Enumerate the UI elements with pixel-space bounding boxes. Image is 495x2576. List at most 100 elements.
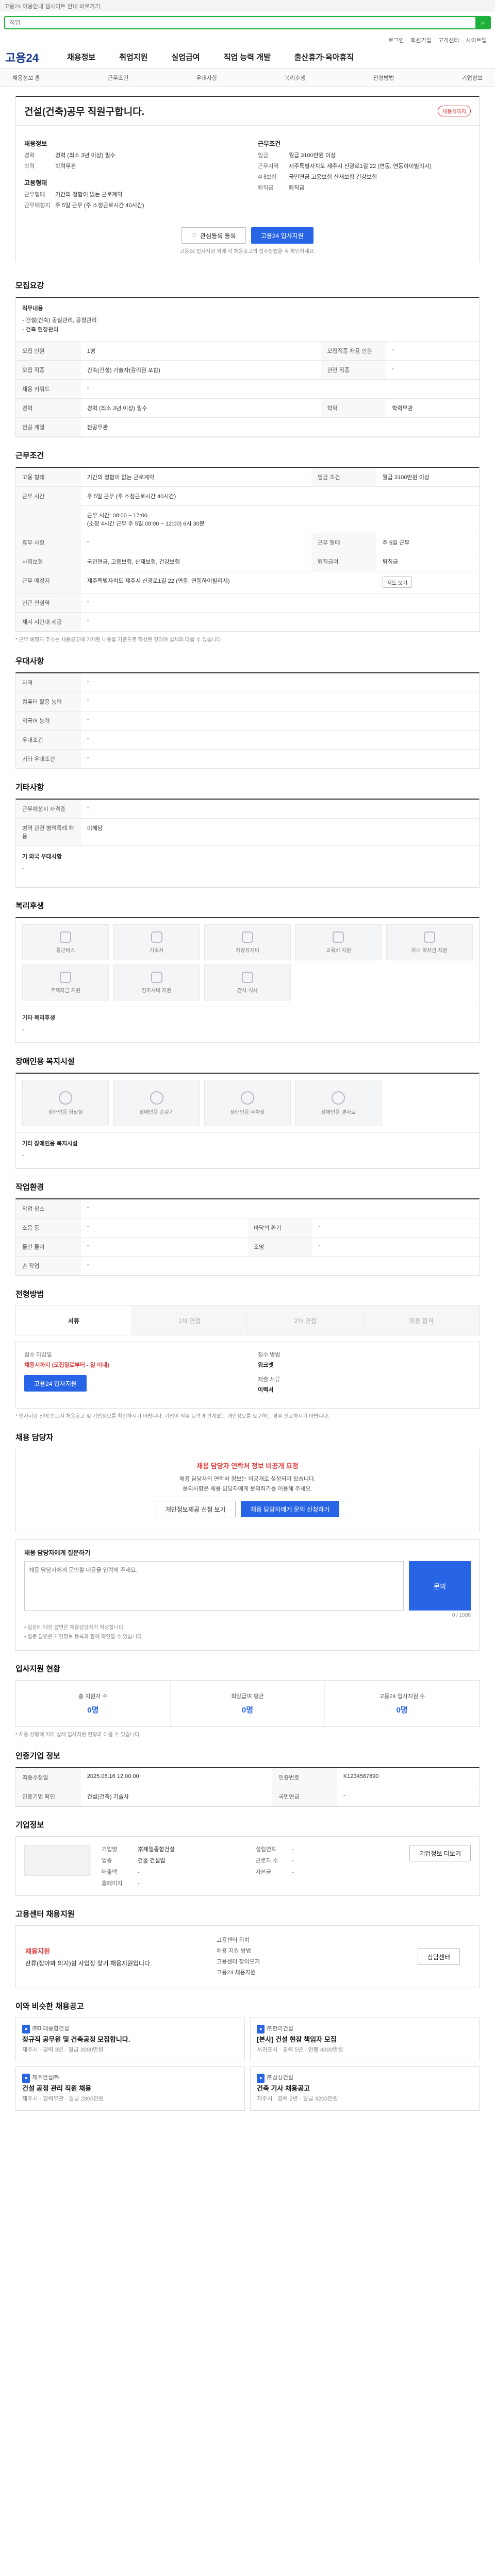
rec-tag: ● <box>257 2025 265 2034</box>
cell-key: 손 작업 <box>16 1256 81 1276</box>
share-info-button[interactable]: 개인정보제공 신청 보기 <box>155 1501 236 1518</box>
ask-request-button[interactable]: 채용 담당자에게 문의 신청하기 <box>240 1501 340 1518</box>
contact-alert: 채용 담당자 연락처 정보 비공개 요청 채용 담당자의 연락처 정보는 비공개… <box>15 1449 480 1533</box>
cell-value: - <box>80 1218 248 1238</box>
table-row: 병역 관련 병역특례 채용 미해당 <box>16 818 479 846</box>
sitemap-link[interactable]: 사이트맵 <box>466 38 487 44</box>
company-more-button[interactable]: 기업정보 더보기 <box>409 1845 471 1862</box>
login-link[interactable]: 로그인 <box>388 38 404 44</box>
welfare-item: 차량유지비 <box>204 924 291 961</box>
table-row: 모집 직종 건축(건설) 기술자(감리원 포함) 관련 직종 - <box>16 360 479 380</box>
kv-value: 기간의 정함이 없는 근로계약 <box>55 192 123 198</box>
consult-item[interactable]: 고용24 채용지원 <box>217 1968 398 1978</box>
cell-value: 건축(건설) 기술자(감리원 포함) <box>80 360 321 380</box>
duty-label: 직무내용 <box>22 306 43 312</box>
company-box: 기업명 ㈜제일종합건설 설립연도 - 업종 건물 건설업 근로자 수 - 매출액 - 자본… <box>15 1836 480 1896</box>
nav-employment-support[interactable]: 취업지원 <box>119 52 147 62</box>
cell-key: 채시 시간대 제공 <box>16 612 81 632</box>
stats-note: * 채용 상황에 따라 실제 입사지원 현황과 다를 수 있습니다. <box>15 1732 141 1738</box>
cell-value: - <box>80 533 311 553</box>
company-field: 설립연도 - <box>256 1845 400 1853</box>
table-row: 채용 키워드 - <box>16 379 479 399</box>
apply-button-2[interactable]: 고용24 입사지원 <box>24 1375 87 1392</box>
nav-unemployment-benefit[interactable]: 실업급여 <box>171 52 200 62</box>
company-key: 설립연도 <box>255 1846 277 1853</box>
rec-card[interactable]: ● 제주건설㈜ 건설 공정 관리 직원 채용 제주시 · 경력무관 · 월급 28… <box>15 2066 245 2111</box>
table-row: 근무예정지 자격증 - <box>16 800 479 819</box>
duty-text: - 건설(건축) 공실관리, 공정관리 - 건축 현장관리 <box>22 317 97 333</box>
rec-card[interactable]: ● ㈜한라건설 [본사] 건설 현장 책임자 모집 서귀포시 · 경력 5년 · … <box>250 2018 480 2062</box>
consult-item[interactable]: 채용 지원 방법 <box>217 1946 398 1957</box>
recommendations: ● ㈜미래종합건설 정규직 공무원 및 건축공정 모집합니다. 제주시 · 경력 … <box>15 2018 480 2111</box>
rec-meta: 제주시 · 경력 2년 · 월급 3200만원 <box>257 2096 338 2103</box>
global-nav: 고용24 채용정보 취업지원 실업급여 직업 능력 개발 출산휴가·육아휴직 <box>0 45 495 69</box>
cell-key: 국민연금 <box>272 1787 337 1807</box>
rec-title: 정규직 공무원 및 건축공정 모집합니다. <box>22 2035 130 2043</box>
tab-conditions[interactable]: 근무조건 <box>108 74 128 82</box>
cell-value: 1명 <box>80 342 321 361</box>
table-row: 외국어 능력 - <box>16 711 479 731</box>
cell-value: - <box>80 379 479 399</box>
ask-note: • 질문 답변은 개인정보 등록과 함께 확인할 수 있습니다. <box>24 1634 143 1640</box>
nav-leave[interactable]: 출산휴가·육아휴직 <box>294 52 354 62</box>
tab-home[interactable]: 채용정보 홈 <box>12 74 40 82</box>
company-field: 매출액 - <box>102 1868 245 1876</box>
consult-button[interactable]: 상담센터 <box>417 1948 460 1965</box>
nav-jobs[interactable]: 채용정보 <box>67 52 95 62</box>
map-button[interactable]: 지도 보기 <box>382 577 412 588</box>
signup-link[interactable]: 회원가입 <box>410 38 431 44</box>
rec-card[interactable]: ● ㈜삼성건설 건축 기사 채용공고 제주시 · 경력 2년 · 월급 3200만… <box>250 2066 480 2111</box>
tab-welfare[interactable]: 복리후생 <box>285 74 305 82</box>
search-input[interactable] <box>5 17 475 28</box>
company-key: 매출액 <box>102 1869 118 1876</box>
ask-textarea[interactable] <box>24 1561 404 1611</box>
search-button[interactable]: ⌕ <box>475 17 490 28</box>
ask-submit-button[interactable]: 문의 <box>409 1561 471 1611</box>
consult-item[interactable]: 고용센터 찾아오기 <box>217 1957 398 1968</box>
elevator-icon <box>150 1091 163 1105</box>
cell-value: 건설(건축) 기술사 <box>80 1787 273 1807</box>
tab-process[interactable]: 전형방법 <box>373 74 394 82</box>
welfare-label: 기숙사 <box>149 947 164 954</box>
cell-value: K1234567890 <box>337 1768 479 1788</box>
welfare-label: 통근버스 <box>56 947 75 954</box>
ask-counter: 0 / 1000 <box>452 1613 471 1619</box>
section-title-recommendations: 이와 비슷한 채용공고 <box>15 2002 84 2011</box>
logo[interactable]: 고용24 <box>5 49 67 65</box>
cell-value: 근무 시간: 08:00 ~ 17:00 (소정 4시간 근무 주 5일 08:… <box>80 505 479 534</box>
cta-note: 고용24 입사지원 외에 각 채용공고의 접수방법을 꼭 확인하세요. <box>179 249 316 255</box>
kv-value: 제주특별자치도 제주시 신광로1길 22 (연동, 연동하이빌리지) <box>289 163 432 170</box>
process-steps: 서류 1차 면접 2차 면접 최종 합격 <box>15 1306 480 1336</box>
extra-table: 근무예정지 자격증 - 병역 관련 병역특례 채용 미해당 기 외국 우대사항 - <box>15 799 480 888</box>
extra-box-label: 기 외국 우대사항 <box>22 854 62 860</box>
company-key: 업종 <box>102 1858 112 1865</box>
table-row: 사회보험 국민연금, 고용보험, 산재보험, 건강보험 퇴직급여 퇴직금 <box>16 552 479 572</box>
apply-deadline-label: 접수 마감일 <box>24 1352 52 1359</box>
interest-button[interactable]: ♡ 관심등록 등록 <box>182 227 246 244</box>
rec-card[interactable]: ● ㈜미래종합건설 정규직 공무원 및 건축공정 모집합니다. 제주시 · 경력 … <box>15 2018 245 2062</box>
car-icon <box>241 931 253 943</box>
company-key: 근로자 수 <box>255 1858 278 1865</box>
apply-button[interactable]: 고용24 입사지원 <box>251 227 314 244</box>
stat-label: 고용24 입사지원 수 <box>379 1693 425 1700</box>
section-title-company: 기업정보 <box>15 1821 44 1830</box>
ask-box: 채용 담당자에게 질문하기 문의 0 / 1000 • 질문에 대한 답변은 채… <box>15 1539 480 1651</box>
nav-training[interactable]: 직업 능력 개발 <box>224 52 271 62</box>
consult-item[interactable]: 고용센터 위치 <box>217 1935 398 1946</box>
consult-box: 채용지원 잔류(잡아봐 의지)형 사업장 찾기 채용지원입니다. 고용센터 위치… <box>15 1925 480 1988</box>
support-link[interactable]: 고객센터 <box>438 38 459 44</box>
apply-deadline-value: 채용시까지 (모집일로부터 - 일 이내) <box>24 1362 109 1369</box>
welfare-label: 차량유지비 <box>235 947 259 954</box>
cell-value: - <box>80 711 479 731</box>
apply-info: 접수 마감일 채용시까지 (모집일로부터 - 일 이내) 고용24 입사지원 접… <box>15 1342 480 1409</box>
consult-text: 잔류(잡아봐 의지)형 사업장 찾기 채용지원입니다. <box>25 1960 152 1968</box>
deadline-badge: 채용시까지 <box>438 106 471 116</box>
tab-company[interactable]: 기업정보 <box>461 74 482 82</box>
welfare-item: 교육비 지원 <box>295 924 382 961</box>
meal-icon <box>241 971 253 983</box>
table-row: 소음 등 - 바닥의 환기 - <box>16 1218 479 1238</box>
welfare-label: 간식·식사 <box>237 988 258 994</box>
facility-item: 장애인용 승강기 <box>113 1080 200 1127</box>
stat-item: 희망급여 평균 0명 <box>171 1681 325 1727</box>
tab-preference[interactable]: 우대사항 <box>196 74 217 82</box>
